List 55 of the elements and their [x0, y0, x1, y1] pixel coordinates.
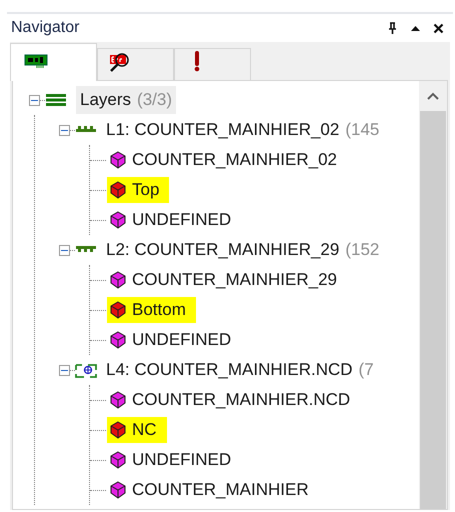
close-icon[interactable]: [432, 22, 445, 34]
tree-item-label: Top: [132, 179, 160, 202]
tree-item[interactable]: UNDEFINED: [107, 207, 242, 233]
cube-icon: [110, 451, 126, 469]
dashed-outline-crosshair-icon: [75, 362, 97, 378]
pin-icon[interactable]: [386, 22, 399, 34]
collapse-icon[interactable]: [29, 94, 40, 106]
tree-item[interactable]: COUNTER_MAINHIER.NCD: [107, 387, 360, 413]
tree-item-label: COUNTER_MAINHIER_29: [132, 269, 337, 292]
tab[interactable]: [97, 48, 174, 80]
panel-title: Navigator: [11, 18, 80, 38]
tree-item-label: COUNTER_MAINHIER_02: [132, 149, 337, 172]
item-count: (7: [358, 359, 374, 382]
cube-icon: [110, 181, 126, 199]
layers-stack-icon: [45, 92, 67, 108]
tree-item[interactable]: Layers (3/3): [76, 86, 176, 114]
cube-icon: [110, 271, 126, 289]
tree-item[interactable]: COUNTER_MAINHIER: [107, 477, 319, 503]
cube-icon: [110, 481, 126, 499]
tree-item[interactable]: L2: COUNTER_MAINHIER_29 (152: [106, 236, 380, 264]
tree-item[interactable]: Top: [107, 177, 170, 203]
tree-item-label: Bottom: [132, 299, 186, 322]
cube-icon: [110, 391, 126, 409]
tree-item-label: L1: COUNTER_MAINHIER_02: [106, 119, 340, 142]
tree-item-label: NC: [132, 419, 157, 442]
tree-item-label: UNDEFINED: [132, 449, 232, 472]
collapse-icon[interactable]: [59, 364, 70, 376]
cube-icon: [110, 301, 126, 319]
tree-item-label: L4: COUNTER_MAINHIER.NCD: [106, 359, 353, 382]
tree-item-label: UNDEFINED: [132, 329, 232, 352]
tree-item[interactable]: COUNTER_MAINHIER_29: [107, 267, 347, 293]
exclamation-icon: [194, 51, 200, 72]
tree-item[interactable]: NC: [107, 417, 167, 443]
collapse-icon[interactable]: [59, 244, 70, 256]
tree-item-label: COUNTER_MAINHIER: [132, 479, 309, 502]
tree-item[interactable]: UNDEFINED: [107, 327, 242, 353]
tree-item-label: UNDEFINED: [132, 209, 232, 232]
tab[interactable]: [174, 48, 251, 80]
cube-icon: [110, 421, 126, 439]
tree-item-label: L2: COUNTER_MAINHIER_29: [106, 239, 340, 262]
tree-item[interactable]: L1: COUNTER_MAINHIER_02 (145: [106, 116, 380, 144]
item-count: (152: [345, 239, 380, 262]
tree-item-label: Layers: [80, 89, 132, 112]
tree-item[interactable]: L4: COUNTER_MAINHIER.NCD (7: [106, 356, 374, 384]
item-count: (3/3): [137, 89, 172, 112]
tree-item[interactable]: Bottom: [107, 297, 196, 323]
tree-item[interactable]: COUNTER_MAINHIER_02: [107, 147, 347, 173]
cube-icon: [110, 151, 126, 169]
tree-item[interactable]: UNDEFINED: [107, 447, 242, 473]
tab[interactable]: [10, 43, 97, 81]
cube-icon: [110, 211, 126, 229]
cube-icon: [110, 331, 126, 349]
tree-item-label: COUNTER_MAINHIER.NCD: [132, 389, 350, 412]
item-count: (145: [345, 119, 380, 142]
collapse-icon[interactable]: [59, 124, 70, 136]
